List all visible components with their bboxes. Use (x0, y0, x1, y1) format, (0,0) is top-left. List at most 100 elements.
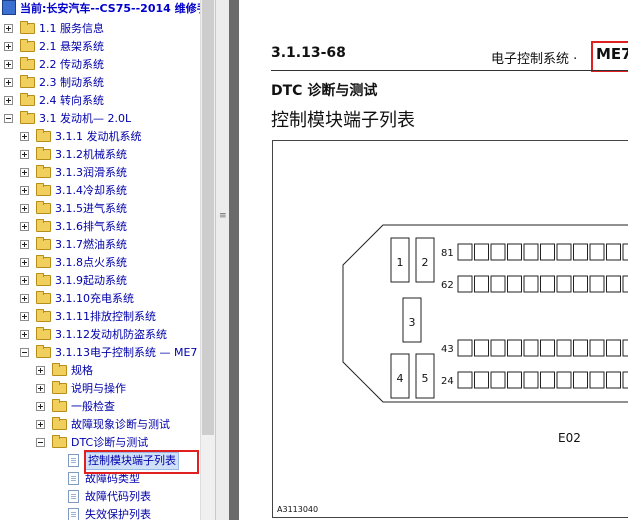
expand-plus-icon[interactable] (20, 312, 29, 321)
tree-node[interactable]: 3.1.3润滑系统 (0, 164, 200, 182)
tree-node[interactable]: 3.1.9起动系统 (0, 272, 200, 290)
tree-node[interactable]: 3.1.11排放控制系统 (0, 308, 200, 326)
expand-plus-icon[interactable] (4, 24, 13, 33)
scrollbar-thumb[interactable] (202, 0, 214, 435)
expand-plus-icon[interactable] (20, 294, 29, 303)
tree-item-label[interactable]: DTC诊断与测试 (71, 434, 148, 452)
small-pin (606, 275, 621, 293)
folder-icon (36, 183, 51, 196)
collapse-minus-icon[interactable] (36, 438, 45, 447)
tree-leaf-item[interactable]: 失效保护列表 (0, 506, 200, 520)
tree-node[interactable]: 说明与操作 (0, 380, 200, 398)
tree-item-label[interactable]: 3.1.7燃油系统 (55, 236, 127, 254)
expand-plus-icon[interactable] (4, 60, 13, 69)
small-pin (490, 371, 506, 389)
tree-node[interactable]: 2.4 转向系统 (0, 92, 200, 110)
tree-node[interactable]: 3.1.2机械系统 (0, 146, 200, 164)
small-pin (457, 243, 473, 261)
tree-node[interactable]: 3.1 发动机— 2.0L (0, 110, 200, 128)
expand-plus-icon[interactable] (4, 78, 13, 87)
collapse-minus-icon[interactable] (4, 114, 13, 123)
tree-item-label[interactable]: 3.1.4冷却系统 (55, 182, 127, 200)
expand-plus-icon[interactable] (20, 150, 29, 159)
tree-leaf-item[interactable]: 控制模块端子列表 (0, 452, 200, 470)
tree-item-label[interactable]: 规格 (71, 362, 93, 380)
tree-leaf-item[interactable]: 故障码类型 (0, 470, 200, 488)
large-pin-label: 3 (409, 316, 416, 329)
tree-item-label[interactable]: 2.1 悬架系统 (39, 38, 104, 56)
small-pin (507, 243, 522, 261)
tree-node[interactable]: 3.1.13电子控制系统 — ME7 (0, 344, 200, 362)
tree-leaf-item[interactable]: 故障代码列表 (0, 488, 200, 506)
navigation-tree[interactable]: 当前:长安汽车--CS75--2014 维修手册 1.1 服务信息 2.1 悬架系… (0, 0, 200, 520)
tree-item-label[interactable]: 3.1.10充电系统 (55, 290, 134, 308)
small-pin (507, 339, 522, 357)
expand-plus-icon[interactable] (20, 222, 29, 231)
tree-node[interactable]: 3.1.5进气系统 (0, 200, 200, 218)
tree-node[interactable]: 规格 (0, 362, 200, 380)
tree-node[interactable]: 故障现象诊断与测试 (0, 416, 200, 434)
tree-node[interactable]: 3.1.1 发动机系统 (0, 128, 200, 146)
tree-node[interactable]: 3.1.8点火系统 (0, 254, 200, 272)
tree-node[interactable]: 2.2 传动系统 (0, 56, 200, 74)
expand-plus-icon[interactable] (20, 258, 29, 267)
tree-item-label[interactable]: 2.2 传动系统 (39, 56, 104, 74)
tree-item-label[interactable]: 3.1.3润滑系统 (55, 164, 127, 182)
folder-icon (36, 327, 51, 340)
tree-item-label[interactable]: 2.3 制动系统 (39, 74, 104, 92)
tree-node[interactable]: 3.1.7燃油系统 (0, 236, 200, 254)
expand-plus-icon[interactable] (36, 420, 45, 429)
tree-item-label[interactable]: 3.1.11排放控制系统 (55, 308, 156, 326)
splitter-grip-icon: ≡ (219, 211, 227, 221)
tree-item-label[interactable]: 3.1.9起动系统 (55, 272, 127, 290)
collapse-minus-icon[interactable] (20, 348, 29, 357)
expand-plus-icon[interactable] (36, 384, 45, 393)
tree-item-label[interactable]: 3.1.6排气系统 (55, 218, 127, 236)
expand-plus-icon[interactable] (20, 132, 29, 141)
tree-node[interactable]: 2.3 制动系统 (0, 74, 200, 92)
document-page: 3.1.13-68 电子控制系统 · ME7 DTC 诊断与测试 控制模块端子列… (239, 0, 628, 520)
tree-node[interactable]: 3.1.4冷却系统 (0, 182, 200, 200)
tree-node[interactable]: DTC诊断与测试 (0, 434, 200, 452)
tree-item-label[interactable]: 1.1 服务信息 (39, 20, 104, 38)
tree-item-label[interactable]: 控制模块端子列表 (85, 452, 179, 470)
small-pin (474, 275, 489, 293)
expand-plus-icon[interactable] (20, 168, 29, 177)
tree-scrollbar[interactable] (200, 0, 216, 520)
tree-item-label[interactable]: 失效保护列表 (85, 506, 151, 520)
expand-plus-icon[interactable] (4, 96, 13, 105)
panel-splitter[interactable]: ≡ (215, 0, 230, 520)
expand-plus-icon[interactable] (36, 402, 45, 411)
tree-item-label[interactable]: 2.4 转向系统 (39, 92, 104, 110)
book-icon (2, 0, 16, 15)
tree-item-label[interactable]: 3.1.8点火系统 (55, 254, 127, 272)
expand-plus-icon[interactable] (20, 240, 29, 249)
tree-item-label[interactable]: 故障代码列表 (85, 488, 151, 506)
small-pin (606, 339, 621, 357)
folder-icon (20, 93, 35, 106)
tree-item-label[interactable]: 3.1.2机械系统 (55, 146, 127, 164)
tree-item-label[interactable]: 故障码类型 (85, 470, 140, 488)
tree-item-label[interactable]: 3.1.5进气系统 (55, 200, 127, 218)
expand-plus-icon[interactable] (4, 42, 13, 51)
folder-icon (52, 399, 67, 412)
expand-plus-icon[interactable] (20, 186, 29, 195)
tree-node[interactable]: 1.1 服务信息 (0, 20, 200, 38)
tree-node[interactable]: 3.1.12发动机防盗系统 (0, 326, 200, 344)
tree-node[interactable]: 2.1 悬架系统 (0, 38, 200, 56)
tree-node[interactable]: 3.1.10充电系统 (0, 290, 200, 308)
tree-node[interactable]: 一般检查 (0, 398, 200, 416)
tree-item-label[interactable]: 3.1 发动机— 2.0L (39, 110, 131, 128)
tree-item-label[interactable]: 故障现象诊断与测试 (71, 416, 170, 434)
expand-plus-icon[interactable] (36, 366, 45, 375)
tree-item-label[interactable]: 3.1.13电子控制系统 — ME7 (55, 344, 197, 362)
tree-item-label[interactable]: 3.1.12发动机防盗系统 (55, 326, 167, 344)
document-viewer[interactable]: 3.1.13-68 电子控制系统 · ME7 DTC 诊断与测试 控制模块端子列… (229, 0, 628, 520)
expand-plus-icon[interactable] (20, 204, 29, 213)
tree-item-label[interactable]: 3.1.1 发动机系统 (55, 128, 142, 146)
expand-plus-icon[interactable] (20, 276, 29, 285)
expand-plus-icon[interactable] (20, 330, 29, 339)
tree-node[interactable]: 3.1.6排气系统 (0, 218, 200, 236)
tree-item-label[interactable]: 一般检查 (71, 398, 115, 416)
tree-item-label[interactable]: 说明与操作 (71, 380, 126, 398)
